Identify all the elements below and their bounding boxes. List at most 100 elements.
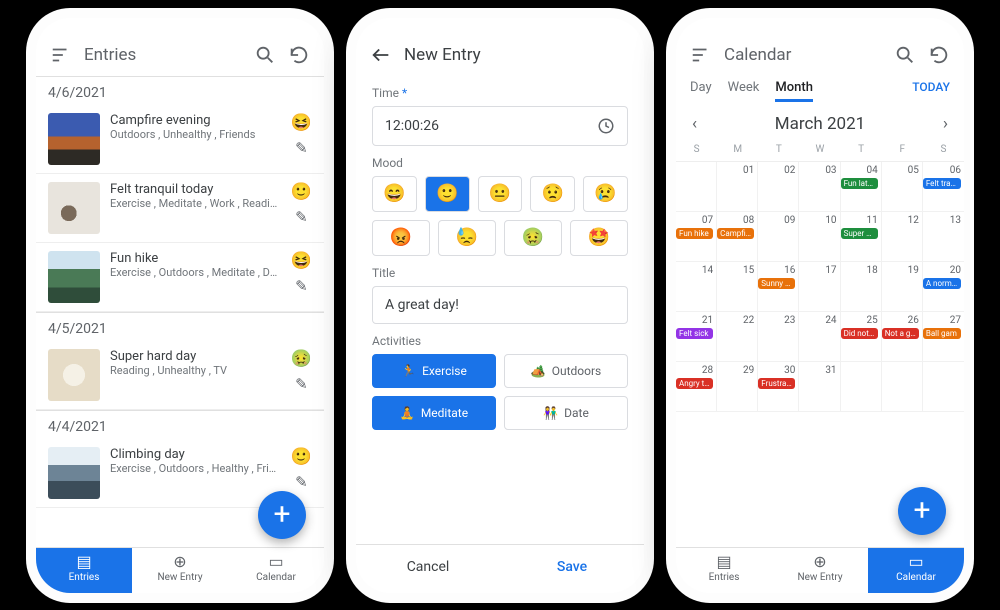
calendar-cell[interactable]: 05 (882, 162, 923, 212)
prev-month-icon[interactable]: ‹ (692, 114, 697, 134)
calendar-cell[interactable]: 04Fun late n (841, 162, 882, 212)
refresh-icon[interactable] (288, 44, 310, 66)
calendar-event[interactable]: Felt sick (676, 328, 713, 339)
cancel-button[interactable]: Cancel (356, 545, 500, 593)
calendar-cell[interactable]: 16 Sunny da (758, 262, 799, 312)
calendar-cell[interactable]: 11Super ha (841, 212, 882, 262)
calendar-event[interactable]: A normal (923, 278, 961, 289)
calendar-cell[interactable]: 15 (717, 262, 758, 312)
day-number: 16 (758, 265, 795, 276)
calendar-event[interactable]: Did not s (841, 328, 878, 339)
next-month-icon[interactable]: › (943, 114, 948, 134)
calendar-cell[interactable]: 13 (923, 212, 964, 262)
time-field[interactable]: 12:00:26 (372, 106, 628, 146)
time-label: Time (372, 86, 399, 100)
mood-option[interactable]: 🤩 (570, 220, 628, 256)
calendar-event[interactable]: Fun hike (676, 228, 713, 239)
menu-icon[interactable] (50, 44, 72, 66)
calendar-cell[interactable]: 21 Felt sick (676, 312, 717, 362)
calendar-cell[interactable]: 24 (799, 312, 840, 362)
mood-option[interactable]: 🙂 (425, 176, 470, 212)
tab-label: New Entry (797, 572, 842, 583)
calendar-cell[interactable]: 30Frustratin (758, 362, 799, 412)
calendar-cell[interactable]: 29 (717, 362, 758, 412)
calendar-cell[interactable]: 31 (799, 362, 840, 412)
mood-option[interactable]: 😐 (478, 176, 523, 212)
edit-icon[interactable]: ✎ (295, 208, 308, 226)
calendar-cell[interactable]: 19 (882, 262, 923, 312)
fab-add[interactable]: + (258, 491, 306, 539)
calendar-cell[interactable]: 17 (799, 262, 840, 312)
calendar-cell[interactable]: 10 (799, 212, 840, 262)
calendar-cell[interactable]: 08Campfire (717, 212, 758, 262)
mood-option[interactable]: 😓 (438, 220, 496, 256)
calendar-event[interactable]: Not a gre (882, 328, 919, 339)
calendar-cell[interactable]: 20A normal (923, 262, 964, 312)
tab-entries[interactable]: ▤Entries (676, 548, 772, 593)
tab-new-entry[interactable]: ⊕New Entry (772, 548, 868, 593)
day-number: 21 (676, 315, 713, 326)
edit-icon[interactable]: ✎ (295, 277, 308, 295)
today-button[interactable]: TODAY (912, 80, 950, 94)
activity-option[interactable]: 🧘Meditate (372, 396, 496, 430)
tab-calendar[interactable]: ▭Calendar (868, 548, 964, 593)
mood-option[interactable]: 😟 (530, 176, 575, 212)
tab-week[interactable]: Week (728, 80, 760, 95)
edit-icon[interactable]: ✎ (295, 375, 308, 393)
calendar-cell[interactable]: 06Felt tranq (923, 162, 964, 212)
activity-icon: 🧘 (400, 406, 415, 420)
calendar-event[interactable]: Fun late n (841, 178, 878, 189)
calendar-event[interactable]: Ball gam (923, 328, 961, 339)
calendar-cell[interactable]: 03 (799, 162, 840, 212)
calendar-cell[interactable]: 23 (758, 312, 799, 362)
entry-row[interactable]: Felt tranquil todayExercise , Meditate ,… (36, 174, 324, 243)
calendar-event[interactable]: Angry tod (676, 378, 713, 389)
calendar-cell[interactable] (841, 362, 882, 412)
tab-day[interactable]: Day (690, 80, 712, 95)
tab-entries[interactable]: ▤Entries (36, 548, 132, 593)
calendar-event[interactable]: Frustratin (758, 378, 795, 389)
save-button[interactable]: Save (500, 545, 644, 593)
back-icon[interactable] (370, 44, 392, 66)
activity-option[interactable]: 👫Date (504, 396, 628, 430)
calendar-cell[interactable]: 22 (717, 312, 758, 362)
mood-option[interactable]: 😡 (372, 220, 430, 256)
search-icon[interactable] (254, 44, 276, 66)
calendar-cell[interactable] (923, 362, 964, 412)
search-icon[interactable] (894, 44, 916, 66)
calendar-cell[interactable] (676, 162, 717, 212)
activity-option[interactable]: 🏕️Outdoors (504, 354, 628, 388)
calendar-cell[interactable]: 12 (882, 212, 923, 262)
fab-add[interactable]: + (898, 487, 946, 535)
calendar-event[interactable]: Campfire (717, 228, 754, 239)
refresh-icon[interactable] (928, 44, 950, 66)
title-field[interactable]: A great day! (372, 286, 628, 324)
activity-option[interactable]: 🏃Exercise (372, 354, 496, 388)
calendar-cell[interactable]: 01 (717, 162, 758, 212)
calendar-cell[interactable]: 07Fun hike (676, 212, 717, 262)
tab-calendar[interactable]: ▭Calendar (228, 548, 324, 593)
entry-row[interactable]: Super hard dayReading , Unhealthy , TV🤢✎ (36, 341, 324, 410)
mood-option[interactable]: 😢 (583, 176, 628, 212)
calendar-event[interactable]: Sunny da (758, 278, 795, 289)
calendar-cell[interactable]: 28Angry tod (676, 362, 717, 412)
calendar-cell[interactable]: 14 (676, 262, 717, 312)
calendar-event[interactable]: Super ha (841, 228, 878, 239)
tab-month[interactable]: Month (775, 80, 813, 102)
calendar-cell[interactable]: 26Not a gre (882, 312, 923, 362)
calendar-cell[interactable]: 27Ball gam (923, 312, 964, 362)
calendar-cell[interactable]: 09 (758, 212, 799, 262)
tab-new-entry[interactable]: ⊕New Entry (132, 548, 228, 593)
mood-option[interactable]: 🤢 (504, 220, 562, 256)
calendar-cell[interactable]: 02 (758, 162, 799, 212)
calendar-event[interactable]: Felt tranq (923, 178, 961, 189)
entry-row[interactable]: Campfire eveningOutdoors , Unhealthy , F… (36, 105, 324, 174)
entry-row[interactable]: Fun hikeExercise , Outdoors , Meditate ,… (36, 243, 324, 312)
edit-icon[interactable]: ✎ (295, 473, 308, 491)
calendar-cell[interactable]: 25Did not s (841, 312, 882, 362)
edit-icon[interactable]: ✎ (295, 139, 308, 157)
menu-icon[interactable] (690, 44, 712, 66)
calendar-cell[interactable] (882, 362, 923, 412)
mood-option[interactable]: 😄 (372, 176, 417, 212)
calendar-cell[interactable]: 18 (841, 262, 882, 312)
